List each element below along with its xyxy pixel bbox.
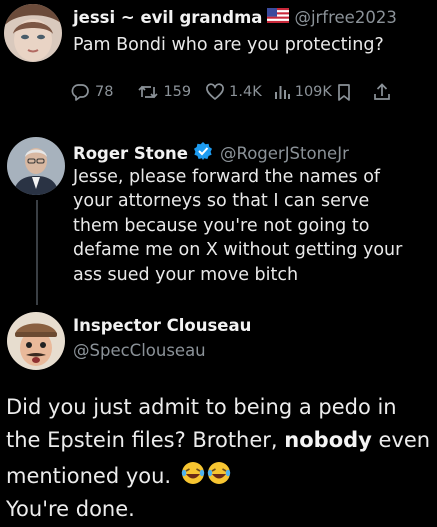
author-handle[interactable]: @SpecClouseau	[73, 341, 206, 360]
laughing-emoji-icon	[206, 460, 232, 491]
tweet2-line: them because you're not going to	[73, 215, 370, 236]
tweet2-line: your attorneys so that I can serve	[73, 191, 370, 212]
share-icon	[372, 82, 392, 102]
tweet3-line3-text: mentioned you.	[6, 464, 172, 488]
author-handle[interactable]: @jrfree2023	[294, 8, 396, 27]
author-name[interactable]: jessi ~ evil grandma	[73, 8, 262, 27]
tweet3-line: You're done.	[6, 497, 135, 521]
author-name[interactable]: Roger Stone	[73, 144, 188, 163]
views-count: 109K	[294, 84, 332, 100]
avatar-roger-stone[interactable]	[7, 137, 65, 195]
tweet3-line: the Epstein files? Brother, nobody even	[6, 428, 430, 452]
repost-count: 159	[163, 84, 192, 100]
repost-icon	[137, 82, 159, 102]
tweet3-header: Inspector Clouseau	[73, 316, 251, 335]
like-icon	[205, 82, 225, 102]
reply-icon	[70, 82, 90, 102]
reply-button[interactable]: 78	[70, 82, 113, 102]
laughing-emoji-icon	[180, 460, 206, 491]
tweet3-handle-row: @SpecClouseau	[73, 341, 206, 360]
views-button[interactable]: 109K	[273, 82, 332, 102]
repost-button[interactable]: 159	[137, 82, 191, 102]
tweet1-header: jessi ~ evil grandma @jrfree2023	[73, 8, 397, 27]
tweet3-line: mentioned you.	[6, 460, 232, 491]
avatar-jessi[interactable]	[4, 4, 62, 62]
bookmark-button[interactable]	[334, 82, 354, 102]
bookmark-icon	[334, 82, 354, 102]
tweet1-action-bar: 78 159 1.4K 109K	[70, 81, 392, 103]
author-handle[interactable]: @RogerJStoneJr	[220, 144, 349, 163]
share-button[interactable]	[372, 82, 392, 102]
like-button[interactable]: 1.4K	[205, 82, 262, 102]
tweet3-line: Did you just admit to being a pedo in	[6, 395, 397, 419]
like-count: 1.4K	[229, 84, 262, 100]
verified-badge-icon	[193, 141, 213, 165]
tweet3-bold-word: nobody	[284, 428, 372, 452]
tweet2-line: Jesse, please forward the names of	[73, 167, 381, 187]
tweet3-line2-end: even	[371, 428, 431, 452]
avatar-clouseau[interactable]	[7, 312, 65, 370]
tweet2-text: Jesse, please forward the names of your …	[73, 165, 402, 287]
tweet3-line2-text: the Epstein files? Brother,	[6, 428, 285, 452]
views-icon	[273, 82, 291, 102]
us-flag-icon	[267, 8, 290, 27]
tweet2-header: Roger Stone @RogerJStoneJr	[73, 141, 349, 165]
author-name[interactable]: Inspector Clouseau	[73, 316, 251, 335]
tweet2-line: ass sued your move bitch	[73, 264, 299, 285]
thread-connector	[36, 200, 38, 305]
reply-count: 78	[95, 84, 114, 100]
tweet2-line: defame me on X without getting your	[73, 240, 403, 261]
tweet1-text: Pam Bondi who are you protecting?	[73, 35, 384, 55]
